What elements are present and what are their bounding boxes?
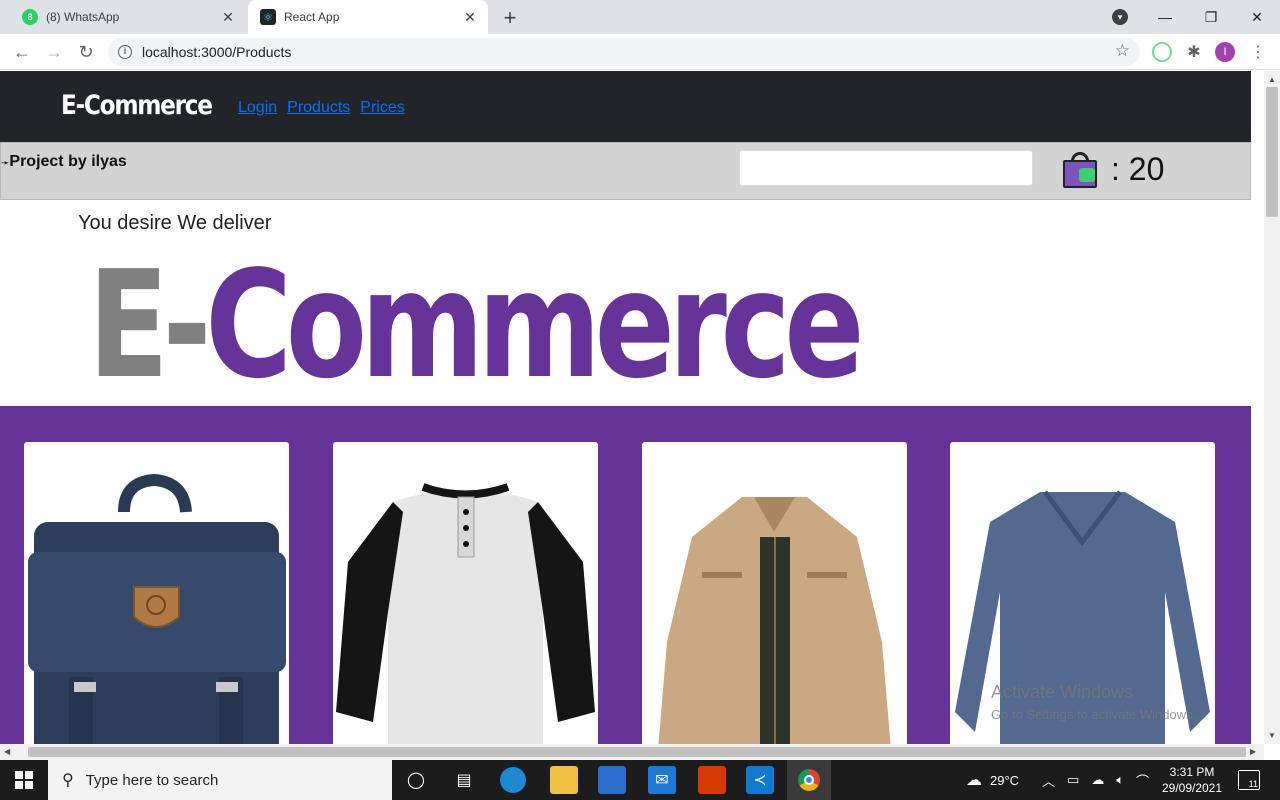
close-window-icon[interactable]: ✕ xyxy=(1234,0,1280,34)
browser-toolbar: ← → ↻ i localhost:3000/Products ☆ ✱ I ⋮ xyxy=(0,34,1280,70)
close-tab-icon[interactable]: ✕ xyxy=(220,9,236,26)
profile-avatar[interactable]: I xyxy=(1215,42,1235,62)
clock-date: 29/09/2021 xyxy=(1161,781,1223,795)
jacket-image xyxy=(658,497,891,744)
scroll-down-icon[interactable]: ▼ xyxy=(1268,731,1276,740)
vscode-icon[interactable]: ≺ xyxy=(746,766,774,794)
hero-logo-part2: Commerce xyxy=(205,239,864,411)
edge-icon[interactable] xyxy=(500,767,526,793)
close-tab-icon[interactable]: ✕ xyxy=(462,9,478,26)
window-controls: — ❐ ✕ xyxy=(1142,0,1280,34)
taskbar-search-placeholder: Type here to search xyxy=(85,771,219,789)
taskbar-search[interactable]: ⚲ Type here to search xyxy=(48,760,392,800)
vertical-scrollbar[interactable]: ▲ ▼ xyxy=(1264,71,1280,744)
windows-logo-icon xyxy=(15,771,33,789)
file-explorer-icon[interactable] xyxy=(550,766,578,794)
activate-windows-watermark: Activate Windows Go to Settings to activ… xyxy=(991,682,1196,722)
restore-icon[interactable]: ❐ xyxy=(1188,0,1234,34)
tab-title: React App xyxy=(284,10,340,24)
windows-taskbar: ⚲ Type here to search ◯ ▤ ✉ ≺ ☁ 29°C ︿ ▭… xyxy=(0,760,1280,800)
horizontal-scrollbar[interactable]: ◀ ▶ xyxy=(0,744,1264,760)
menu-kebab-icon[interactable]: ⋮ xyxy=(1248,42,1268,62)
address-bar[interactable]: i localhost:3000/Products ☆ xyxy=(108,38,1140,66)
site-info-icon[interactable]: i xyxy=(118,45,132,59)
product-card[interactable] xyxy=(24,442,289,744)
notification-icon[interactable]: 11 xyxy=(1238,770,1260,790)
watermark-line2: Go to Settings to activate Windows. xyxy=(991,707,1197,722)
weather-widget[interactable]: ☁ 29°C xyxy=(966,760,1019,800)
nav-link-products[interactable]: Products xyxy=(287,99,350,117)
credit-text: Project by ilyas xyxy=(9,153,127,170)
page-viewport: E-Commerce Login Products Prices ➛Projec… xyxy=(0,71,1264,744)
weather-temp: 29°C xyxy=(990,772,1020,788)
start-button[interactable] xyxy=(0,760,48,800)
cart[interactable]: : 20 xyxy=(1061,151,1164,188)
tshirt-image xyxy=(336,483,595,744)
nav-links: Login Products Prices xyxy=(238,99,405,117)
browser-tab-strip: 8 (8) WhatsApp ✕ ⚛ React App ✕ + ▾ — ❐ ✕ xyxy=(0,0,1280,34)
product-card[interactable] xyxy=(333,442,598,744)
extension-icon[interactable] xyxy=(1152,42,1172,62)
chrome-icon[interactable] xyxy=(787,760,831,800)
cart-count: : 20 xyxy=(1111,151,1165,187)
whatsapp-icon: 8 xyxy=(22,9,38,25)
tab-search-icon[interactable]: ▾ xyxy=(1112,9,1128,25)
nav-link-login[interactable]: Login xyxy=(238,99,277,117)
scroll-right-icon[interactable]: ▶ xyxy=(1250,747,1256,756)
system-tray: ︿ ▭ ☁ 🔈︎ ⌒ xyxy=(1042,760,1149,800)
scroll-thumb[interactable] xyxy=(28,747,1246,757)
hero-logo-part1: E- xyxy=(88,239,212,411)
puzzle-icon[interactable]: ✱ xyxy=(1184,42,1204,62)
hero-logo: E-Commerce xyxy=(88,251,865,399)
bookmark-star-icon[interactable]: ☆ xyxy=(1115,41,1130,61)
scroll-thumb[interactable] xyxy=(1266,87,1278,217)
task-view-icon[interactable]: ▤ xyxy=(450,766,478,794)
taskbar-clock[interactable]: 3:31 PM 29/09/2021 xyxy=(1160,764,1224,796)
shopping-bag-icon[interactable] xyxy=(1061,151,1099,188)
store-icon[interactable] xyxy=(598,766,626,794)
watermark-line1: Activate Windows xyxy=(991,682,1134,702)
new-tab-button[interactable]: + xyxy=(498,5,522,31)
scroll-left-icon[interactable]: ◀ xyxy=(4,747,10,756)
product-card[interactable] xyxy=(642,442,907,744)
sub-header: ➛Project by ilyas : 20 xyxy=(0,142,1251,200)
project-credit: ➛Project by ilyas xyxy=(1,153,127,171)
scroll-up-icon[interactable]: ▲ xyxy=(1268,75,1276,84)
tab-react-app[interactable]: ⚛ React App ✕ xyxy=(248,0,488,34)
tagline: You desire We deliver xyxy=(78,212,272,234)
clock-time: 3:31 PM xyxy=(1169,765,1215,779)
minimize-icon[interactable]: — xyxy=(1142,0,1188,34)
reload-icon[interactable]: ↻ xyxy=(74,41,98,63)
wifi-icon[interactable]: ⌒ xyxy=(1136,771,1149,790)
onedrive-icon[interactable]: ☁ xyxy=(1091,772,1104,788)
volume-icon[interactable]: 🔈︎ xyxy=(1116,772,1124,788)
office-icon[interactable] xyxy=(698,766,726,794)
tab-title: (8) WhatsApp xyxy=(46,10,120,24)
react-icon: ⚛ xyxy=(260,9,276,25)
search-input[interactable] xyxy=(739,150,1033,186)
search-icon: ⚲ xyxy=(62,772,74,789)
tab-whatsapp[interactable]: 8 (8) WhatsApp ✕ xyxy=(8,0,246,34)
back-icon[interactable]: ← xyxy=(10,41,34,63)
url-text: localhost:3000/Products xyxy=(142,44,292,60)
cloud-icon: ☁ xyxy=(966,772,982,789)
battery-icon[interactable]: ▭ xyxy=(1067,772,1079,788)
mail-icon[interactable]: ✉ xyxy=(648,766,676,794)
backpack-image xyxy=(28,473,286,744)
cortana-icon[interactable]: ◯ xyxy=(402,766,430,794)
forward-icon[interactable]: → xyxy=(42,41,66,63)
nav-link-prices[interactable]: Prices xyxy=(360,99,404,117)
site-navbar: E-Commerce Login Products Prices xyxy=(0,71,1251,142)
site-brand[interactable]: E-Commerce xyxy=(61,90,213,121)
chevron-up-icon[interactable]: ︿ xyxy=(1042,771,1055,790)
